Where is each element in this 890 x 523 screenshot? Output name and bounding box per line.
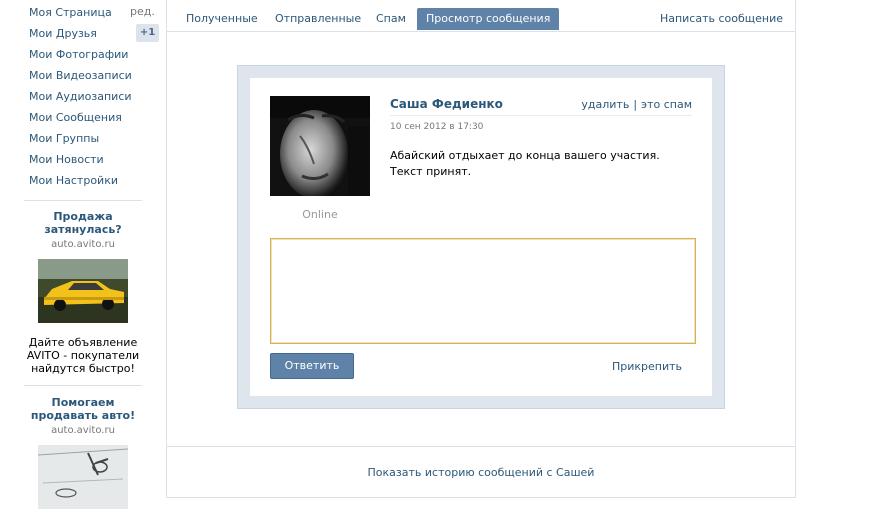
car-photo-icon <box>38 259 128 323</box>
sidebar-item-messages[interactable]: Мои Сообщения <box>29 111 122 124</box>
reply-button[interactable]: Ответить <box>270 353 354 379</box>
sidebar-item-videos[interactable]: Мои Видеозаписи <box>29 69 132 82</box>
header-divider <box>390 115 692 116</box>
sidebar-item-groups[interactable]: Мои Группы <box>29 132 99 145</box>
friends-badge[interactable]: +1 <box>136 24 159 42</box>
actions-separator: | <box>633 98 638 111</box>
message-card: Online Саша Федиенко удалить | это спам 10… <box>250 78 712 396</box>
message-date: 10 сен 2012 в 17:30 <box>390 122 484 132</box>
sidebar-divider <box>24 200 142 201</box>
ad-text[interactable]: Дайте объявление AVITO - покупатели найд… <box>24 336 142 375</box>
car-sketch-icon <box>38 445 128 509</box>
sender-name[interactable]: Саша Федиенко <box>390 97 503 111</box>
sidebar-item-news[interactable]: Мои Новости <box>29 153 104 166</box>
sidebar-item-friends[interactable]: Мои Друзья <box>29 27 97 40</box>
message-frame: Online Саша Федиенко удалить | это спам 10… <box>237 65 725 409</box>
ad-image-car-sketch[interactable] <box>38 445 128 509</box>
left-sidebar: Моя Страница ред. Мои Друзья +1 Мои Фото… <box>0 0 165 523</box>
mark-spam-link[interactable]: это спам <box>641 98 692 111</box>
tab-view-message[interactable]: Просмотр сообщения <box>417 8 560 30</box>
tab-bar: Полученные Отправленные Спам Просмотр со… <box>167 0 795 32</box>
tab-inbox[interactable]: Полученные <box>177 8 267 30</box>
ad-domain: auto.avito.ru <box>51 425 115 436</box>
message-line: Текст принят. <box>390 165 472 178</box>
message-actions: удалить | это спам <box>581 98 692 111</box>
ad-image-car[interactable] <box>38 259 128 323</box>
ad-domain: auto.avito.ru <box>51 239 115 250</box>
message-body: Абайский отдыхает до конца вашего участи… <box>390 148 660 180</box>
sidebar-item-photos[interactable]: Мои Фотографии <box>29 48 128 61</box>
main-content: Полученные Отправленные Спам Просмотр со… <box>166 0 796 498</box>
sidebar-item-audio[interactable]: Мои Аудиозаписи <box>29 90 132 103</box>
reply-textarea[interactable] <box>270 238 696 344</box>
delete-link[interactable]: удалить <box>581 98 629 111</box>
message-line: Абайский отдыхает до конца вашего участи… <box>390 149 660 162</box>
online-status: Online <box>302 208 338 221</box>
avatar[interactable] <box>270 96 370 196</box>
show-history-link[interactable]: Показать историю сообщений с Сашей <box>167 466 795 479</box>
avatar-photo-icon <box>270 96 370 196</box>
sidebar-divider <box>24 385 142 386</box>
write-message-link[interactable]: Написать сообщение <box>660 12 783 25</box>
ad-title[interactable]: Помогаем продавать авто! <box>24 396 142 422</box>
sidebar-item-my-page[interactable]: Моя Страница <box>29 6 112 19</box>
tab-spam[interactable]: Спам <box>367 8 415 30</box>
ad-title[interactable]: Продажа затянулась? <box>24 210 142 236</box>
footer-divider <box>167 446 795 447</box>
attach-link[interactable]: Прикрепить <box>612 360 682 373</box>
tab-sent[interactable]: Отправленные <box>266 8 370 30</box>
sidebar-item-settings[interactable]: Мои Настройки <box>29 174 118 187</box>
edit-link[interactable]: ред. <box>130 5 155 18</box>
